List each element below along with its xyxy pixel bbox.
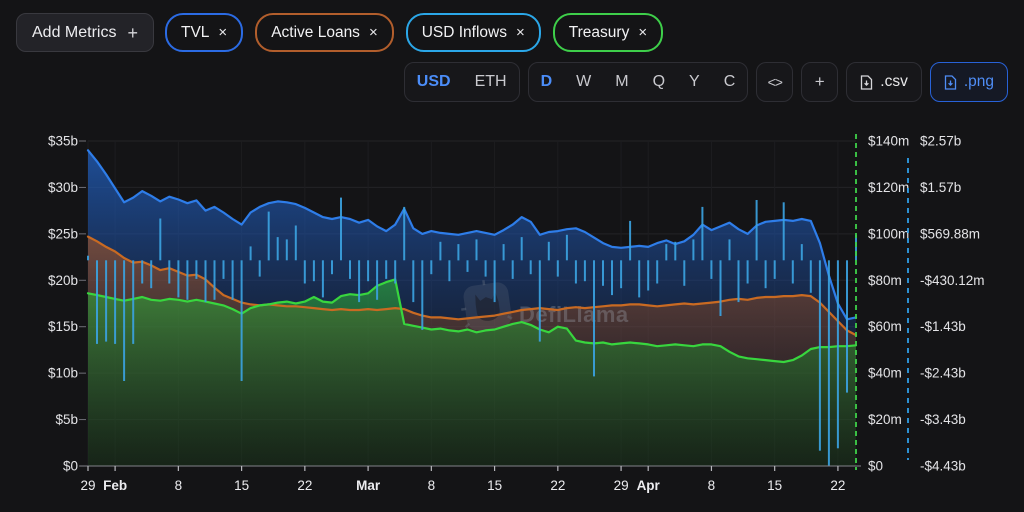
- remove-metric-icon[interactable]: ×: [516, 25, 525, 40]
- x-axis-label: Feb: [103, 478, 127, 493]
- x-axis-label: 22: [297, 478, 312, 493]
- left-axis-label: $15b: [48, 319, 78, 334]
- interval-toggle-group: DWMQYC: [528, 62, 749, 102]
- defillama-chart-page: $35b $140m $2.57b $30b $120m $1.57b $25b $100m $…: [0, 0, 1024, 512]
- x-axis-label: Apr: [637, 478, 661, 493]
- metric-chip-tvl[interactable]: TVL ×: [165, 13, 243, 52]
- right-axis-cum-label: -$3.43b: [920, 412, 966, 427]
- metric-chip-usd-inflows[interactable]: USD Inflows ×: [406, 13, 541, 52]
- x-axis-label: 29: [614, 478, 629, 493]
- add-metrics-label: Add Metrics: [32, 24, 116, 42]
- right-axis-inflow-label: $120m: [868, 180, 909, 195]
- remove-metric-icon[interactable]: ×: [638, 25, 647, 40]
- x-axis-label: 8: [428, 478, 436, 493]
- left-axis-label: $20b: [48, 273, 78, 288]
- currency-option-usd[interactable]: USD: [405, 63, 463, 101]
- interval-option-y[interactable]: Y: [677, 63, 712, 101]
- add-chart-button[interactable]: +: [801, 62, 838, 102]
- interval-option-c[interactable]: C: [712, 63, 748, 101]
- x-axis-label: 8: [175, 478, 183, 493]
- x-axis-label: 22: [830, 478, 845, 493]
- currency-option-eth[interactable]: ETH: [463, 63, 519, 101]
- right-axis-cum-label: $2.57b: [920, 134, 961, 149]
- x-axis-label: 15: [234, 478, 249, 493]
- left-axis-label: $25b: [48, 226, 78, 241]
- left-axis-label: $5b: [55, 412, 78, 427]
- left-axis-label: $30b: [48, 180, 78, 195]
- right-axis-inflow-label: $100m: [868, 226, 909, 241]
- right-axis-inflow-label: $60m: [868, 319, 902, 334]
- interval-option-m[interactable]: M: [603, 63, 640, 101]
- metric-chip-label: TVL: [181, 24, 209, 42]
- right-axis-inflow-label: $20m: [868, 412, 902, 427]
- metric-chip-active-loans[interactable]: Active Loans ×: [255, 13, 394, 52]
- left-axis-label: $0: [63, 459, 78, 474]
- download-png-button[interactable]: .png: [930, 62, 1008, 102]
- right-axis-cum-label: -$1.43b: [920, 319, 966, 334]
- currency-toggle-group: USDETH: [404, 62, 520, 102]
- interval-option-d[interactable]: D: [529, 63, 565, 101]
- right-axis-inflow-label: $40m: [868, 366, 902, 381]
- metric-chips: TVL × Active Loans × USD Inflows × Treasury ×: [165, 13, 663, 52]
- interval-option-q[interactable]: Q: [641, 63, 677, 101]
- download-csv-button[interactable]: .csv: [846, 62, 922, 102]
- right-axis-inflow-label: $140m: [868, 134, 909, 149]
- x-axis: 29 Feb 8 15 22 Mar 8 15 22 29 Apr 8 15 22: [80, 466, 861, 493]
- metric-chip-label: USD Inflows: [422, 24, 507, 42]
- x-axis-label: 22: [550, 478, 565, 493]
- metric-chip-label: Treasury: [569, 24, 630, 42]
- png-label: .png: [964, 73, 994, 91]
- embed-code-button[interactable]: <>: [756, 62, 793, 102]
- right-axis-cum-label: $569.88m: [920, 226, 980, 241]
- download-image-icon: [944, 75, 957, 90]
- left-axis-label: $10b: [48, 366, 78, 381]
- remove-metric-icon[interactable]: ×: [218, 25, 227, 40]
- left-axis-label: $35b: [48, 134, 78, 149]
- x-axis-label: 29: [80, 478, 95, 493]
- metric-chip-treasury[interactable]: Treasury ×: [553, 13, 663, 52]
- x-axis-label: 8: [708, 478, 716, 493]
- download-file-icon: [860, 75, 873, 90]
- right-axis-inflow-label: $80m: [868, 273, 902, 288]
- x-axis-label: Mar: [356, 478, 381, 493]
- right-axis-cum-label: -$2.43b: [920, 366, 966, 381]
- right-axis-cum-label: -$430.12m: [920, 273, 985, 288]
- remove-metric-icon[interactable]: ×: [369, 25, 378, 40]
- csv-label: .csv: [880, 73, 908, 91]
- x-axis-label: 15: [767, 478, 782, 493]
- plus-icon: +: [127, 24, 138, 42]
- right-axis-cum-label: $1.57b: [920, 180, 961, 195]
- metrics-header: Add Metrics + TVL×Active Loans×USD Inflo…: [16, 13, 663, 52]
- chart-toolbar: USDETH DWMQYC <> + .csv .png: [404, 62, 1008, 102]
- metric-chip-label: Active Loans: [271, 24, 360, 42]
- interval-option-w[interactable]: W: [564, 63, 603, 101]
- right-axis-inflow-label: $0: [868, 459, 883, 474]
- x-axis-label: 15: [487, 478, 502, 493]
- right-axis-cum-label: -$4.43b: [920, 459, 966, 474]
- add-metrics-button[interactable]: Add Metrics +: [16, 13, 154, 52]
